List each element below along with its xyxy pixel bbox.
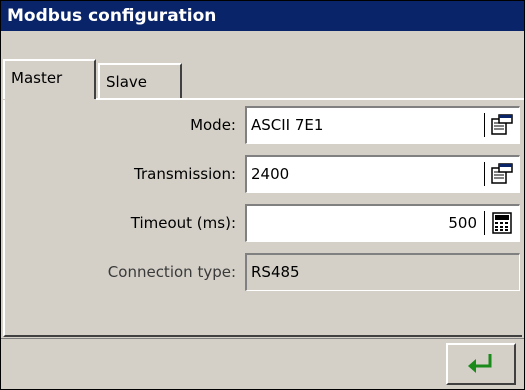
tab-master[interactable]: Master xyxy=(3,59,96,99)
bottom-bar xyxy=(1,338,524,389)
timeout-value: 500 xyxy=(448,214,477,232)
transmission-field[interactable]: 2400 xyxy=(245,155,520,193)
transmission-value: 2400 xyxy=(251,165,290,183)
tab-bar: Master Slave xyxy=(1,31,524,99)
timeout-row: Timeout (ms): 500 xyxy=(5,204,522,242)
tab-divider xyxy=(96,98,524,100)
field-separator xyxy=(484,211,485,235)
transmission-label: Transmission: xyxy=(134,165,236,183)
connection-type-row: Connection type: RS485 xyxy=(5,253,522,291)
mode-label: Mode: xyxy=(190,116,236,134)
connection-type-field: RS485 xyxy=(245,253,520,291)
enter-button[interactable] xyxy=(446,343,516,385)
transmission-row: Transmission: 2400 xyxy=(5,155,522,193)
timeout-label: Timeout (ms): xyxy=(130,214,236,232)
timeout-field[interactable]: 500 xyxy=(245,204,520,242)
mode-row: Mode: ASCII 7E1 xyxy=(5,106,522,144)
mode-value: ASCII 7E1 xyxy=(251,116,324,134)
enter-arrow-icon xyxy=(466,352,496,380)
field-separator xyxy=(484,113,485,137)
connection-type-label: Connection type: xyxy=(107,263,236,281)
mode-field[interactable]: ASCII 7E1 xyxy=(245,106,520,144)
properties-icon[interactable] xyxy=(491,163,513,185)
master-panel: Mode: ASCII 7E1 Transmission: 2400 Timeo… xyxy=(3,100,522,337)
modbus-config-window: Modbus configuration Master Slave Mode: … xyxy=(0,0,525,390)
properties-icon[interactable] xyxy=(491,114,513,136)
tab-slave[interactable]: Slave xyxy=(98,63,182,98)
connection-type-value: RS485 xyxy=(251,263,300,281)
window-title: Modbus configuration xyxy=(1,1,524,31)
field-separator xyxy=(484,162,485,186)
calculator-icon[interactable] xyxy=(491,212,513,234)
